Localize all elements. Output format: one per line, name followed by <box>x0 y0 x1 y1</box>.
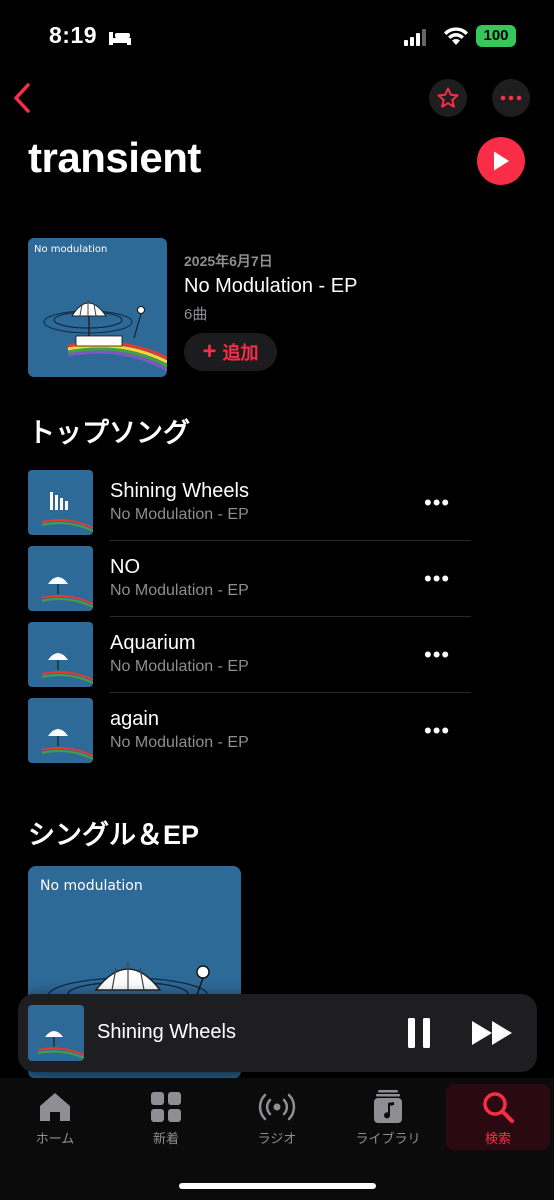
tab-label: 新着 <box>152 1131 179 1146</box>
tab-bar: ホーム 新着 ラジオ ライブラリ 検索 <box>0 1078 554 1200</box>
song-row[interactable]: Shining Wheels No Modulation - EP ••• <box>28 470 471 546</box>
song-more-button[interactable]: ••• <box>424 718 450 744</box>
tab-search[interactable]: 検索 <box>446 1084 550 1150</box>
divider <box>110 692 471 693</box>
song-album: No Modulation - EP <box>110 506 249 523</box>
ellipsis-icon <box>500 95 522 101</box>
song-row[interactable]: again No Modulation - EP ••• <box>28 698 471 774</box>
tab-label: ホーム <box>35 1131 75 1146</box>
divider <box>110 540 471 541</box>
song-more-button[interactable]: ••• <box>424 642 450 668</box>
tab-label: 検索 <box>484 1131 511 1146</box>
home-icon <box>40 1093 70 1121</box>
cellular-signal-icon <box>404 28 428 46</box>
top-songs-heading[interactable]: トップソング <box>28 411 190 450</box>
song-title: again <box>110 708 159 730</box>
song-album: No Modulation - EP <box>110 658 249 675</box>
play-button[interactable] <box>477 137 525 185</box>
tab-home[interactable]: ホーム <box>3 1084 107 1150</box>
back-button[interactable] <box>8 80 40 116</box>
pause-icon[interactable] <box>406 1016 432 1050</box>
play-icon <box>494 151 509 171</box>
song-row[interactable]: Aquarium No Modulation - EP ••• <box>28 622 471 698</box>
release-date: 2025年6月7日 <box>184 253 273 269</box>
song-artwork <box>28 698 93 763</box>
tab-label: ライブラリ <box>355 1131 421 1146</box>
singles-heading[interactable]: シングル＆EP <box>28 813 199 852</box>
song-more-button[interactable]: ••• <box>424 566 450 592</box>
tab-radio[interactable]: ラジオ <box>225 1084 329 1150</box>
latest-release-title[interactable]: No Modulation - EP <box>184 275 357 298</box>
tab-library[interactable]: ライブラリ <box>336 1084 440 1150</box>
add-to-library-button[interactable]: + 追加 <box>184 333 277 371</box>
song-title: Shining Wheels <box>110 480 249 502</box>
divider <box>110 616 471 617</box>
mini-player[interactable]: Shining Wheels <box>18 994 537 1072</box>
fast-forward-icon[interactable] <box>470 1018 516 1048</box>
now-playing-title: Shining Wheels <box>97 1021 236 1043</box>
sleep-focus-icon <box>109 32 131 45</box>
song-album: No Modulation - EP <box>110 734 249 751</box>
battery-indicator: 100 <box>476 25 516 47</box>
song-title: NO <box>110 556 140 578</box>
home-indicator[interactable] <box>179 1183 376 1189</box>
artist-name: transient <box>28 134 201 181</box>
song-album: No Modulation - EP <box>110 582 249 599</box>
grid-icon <box>151 1092 181 1122</box>
more-options-button[interactable] <box>492 79 530 117</box>
song-artwork <box>28 546 93 611</box>
tab-label: ラジオ <box>257 1131 297 1146</box>
track-count: 6曲 <box>184 306 208 323</box>
now-playing-artwork <box>28 1005 84 1061</box>
tab-new[interactable]: 新着 <box>114 1084 218 1150</box>
umbrella-illustration <box>43 300 167 372</box>
song-more-button[interactable]: ••• <box>424 490 450 516</box>
song-row[interactable]: NO No Modulation - EP ••• <box>28 546 471 622</box>
radio-icon <box>258 1093 296 1121</box>
status-time: 8:19 <box>49 22 98 48</box>
add-button-label: 追加 <box>222 343 259 363</box>
latest-release-artwork[interactable]: No modulation <box>28 238 167 377</box>
favorite-button[interactable] <box>429 79 467 117</box>
song-title: Aquarium <box>110 632 196 654</box>
song-artwork <box>28 622 93 687</box>
wifi-icon <box>444 27 468 45</box>
plus-icon: + <box>202 338 217 365</box>
chevron-left-icon <box>14 83 30 113</box>
search-icon <box>483 1092 514 1123</box>
star-icon <box>437 87 459 108</box>
library-icon <box>374 1090 402 1123</box>
song-artwork <box>28 470 93 535</box>
